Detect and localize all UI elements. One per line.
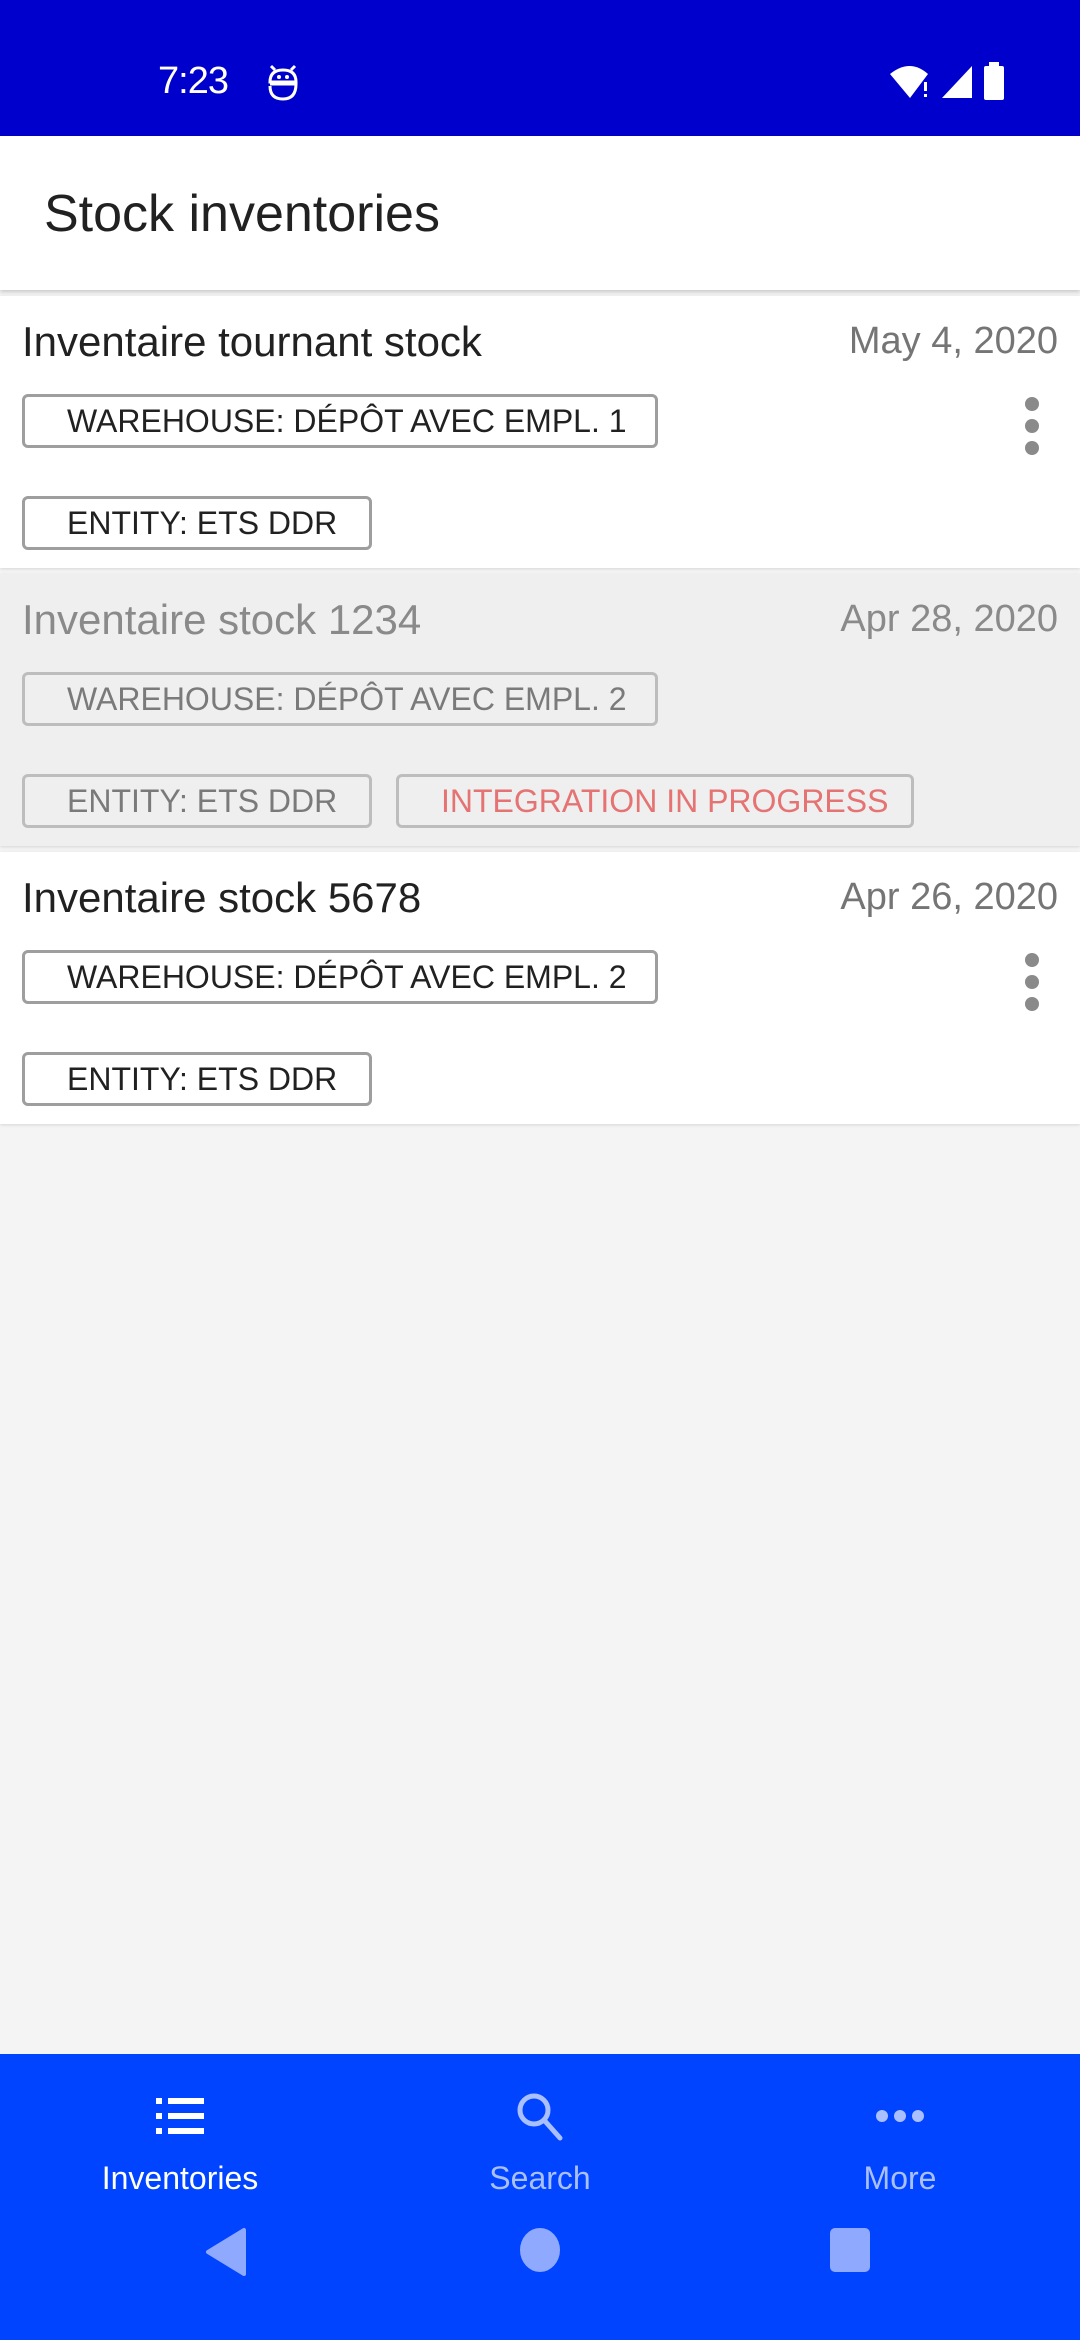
inventory-item: Inventaire stock 1234 Apr 28, 2020 WAREH…: [0, 574, 1080, 846]
battery-icon: [984, 62, 1004, 100]
nav-item-inventories[interactable]: Inventories: [50, 2084, 310, 2214]
status-chip: INTEGRATION IN PROGRESS: [396, 774, 914, 828]
recents-icon[interactable]: [828, 2226, 872, 2274]
system-navigation-bar: [0, 2212, 1080, 2340]
inventory-name: Inventaire tournant stock: [22, 318, 482, 365]
entity-chip: ENTITY: ETS DDR: [22, 1052, 372, 1106]
app-bar: Stock inventories: [0, 136, 1080, 290]
more-options-icon[interactable]: [1004, 946, 1060, 1018]
nav-label: Inventories: [101, 2160, 259, 2196]
warehouse-chip: WAREHOUSE: DÉPÔT AVEC EMPL. 2: [22, 950, 658, 1004]
bottom-navigation: Inventories Search More: [0, 2054, 1080, 2340]
entity-chip: ENTITY: ETS DDR: [22, 496, 372, 550]
nav-label: More: [863, 2160, 937, 2196]
wifi-alert-icon: [890, 66, 928, 98]
page-title: Stock inventories: [44, 185, 440, 243]
nav-item-search[interactable]: Search: [410, 2084, 670, 2214]
inventory-list: Inventaire tournant stock May 4, 2020 WA…: [0, 296, 1080, 1130]
nav-label: Search: [489, 2160, 591, 2196]
nav-item-more[interactable]: More: [770, 2084, 1030, 2214]
signal-icon: [942, 66, 972, 98]
status-bar: 7:23: [0, 0, 1080, 136]
inventory-name: Inventaire stock 5678: [22, 874, 422, 921]
app-notification-icon: [268, 64, 298, 101]
inventory-date: May 4, 2020: [848, 320, 1058, 362]
inventory-name: Inventaire stock 1234: [22, 596, 422, 643]
search-icon: [517, 2093, 563, 2141]
inventory-date: Apr 28, 2020: [840, 598, 1058, 640]
more-horizontal-icon: [876, 2110, 924, 2122]
entity-chip: ENTITY: ETS DDR: [22, 774, 372, 828]
warehouse-chip: WAREHOUSE: DÉPÔT AVEC EMPL. 1: [22, 394, 658, 448]
inventory-item[interactable]: Inventaire stock 5678 Apr 26, 2020 WAREH…: [0, 852, 1080, 1124]
more-options-icon[interactable]: [1004, 390, 1060, 462]
status-time: 7:23: [158, 60, 229, 102]
back-icon[interactable]: [204, 2226, 248, 2278]
list-icon: [156, 2098, 204, 2134]
inventory-item[interactable]: Inventaire tournant stock May 4, 2020 WA…: [0, 296, 1080, 568]
home-icon[interactable]: [518, 2226, 562, 2274]
warehouse-chip: WAREHOUSE: DÉPÔT AVEC EMPL. 2: [22, 672, 658, 726]
inventory-date: Apr 26, 2020: [840, 876, 1058, 918]
